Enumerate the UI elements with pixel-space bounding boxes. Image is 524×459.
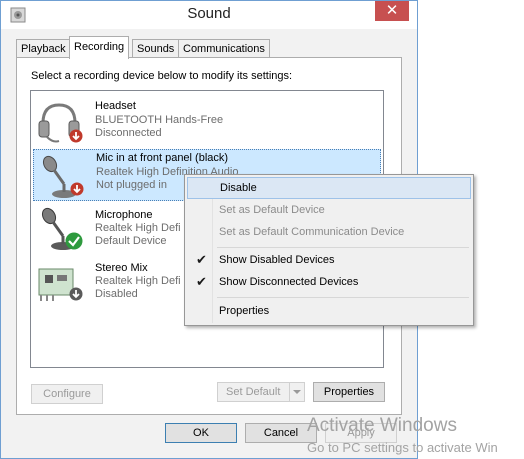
down-arrow-gray-icon [69, 287, 83, 301]
checkmark-green-icon [65, 232, 83, 250]
window-title: Sound [187, 5, 231, 22]
menu-item-disable[interactable]: Disable [187, 177, 471, 199]
close-icon: ✕ [385, 2, 399, 19]
device-status: Default Device [95, 235, 167, 247]
activation-watermark-title: Activate Windows [307, 415, 457, 436]
checkmark-icon: ✔ [196, 252, 207, 267]
device-name: Stereo Mix [95, 262, 148, 274]
activation-watermark-subtitle: Go to PC settings to activate Win [307, 440, 498, 455]
tab-recording[interactable]: Recording [69, 36, 130, 59]
set-default-label: Set Default [226, 386, 281, 398]
down-arrow-red-icon [70, 182, 84, 196]
device-context-menu: Disable Set as Default Device Set as Def… [184, 174, 474, 326]
menu-item-show-disabled-devices[interactable]: ✔ Show Disabled Devices [187, 250, 471, 272]
device-item-headset[interactable]: Headset BLUETOOTH Hands-Free Disconnecte… [33, 95, 381, 147]
device-name: Mic in at front panel (black) [96, 152, 229, 164]
title-bar[interactable]: Sound ✕ [1, 1, 417, 29]
menu-item-set-default-device[interactable]: Set as Default Device [187, 200, 471, 222]
menu-item-label: Show Disconnected Devices [219, 276, 359, 288]
menu-item-label: Properties [219, 305, 270, 317]
menu-separator [217, 297, 469, 298]
checkmark-icon: ✔ [196, 274, 207, 289]
down-arrow-red-icon [69, 129, 83, 143]
device-name: Headset [95, 100, 136, 112]
menu-separator [217, 247, 469, 248]
device-status: Disabled [95, 288, 138, 300]
configure-button[interactable]: Configure [31, 384, 103, 404]
device-driver: Realtek High Defi [95, 275, 181, 287]
close-button[interactable]: ✕ [375, 1, 409, 21]
device-driver: BLUETOOTH Hands-Free [95, 114, 224, 126]
menu-item-show-disconnected-devices[interactable]: ✔ Show Disconnected Devices [187, 272, 471, 294]
tab-communications[interactable]: Communications [178, 39, 270, 58]
device-driver: Realtek High Defi [95, 222, 181, 234]
device-name: Microphone [95, 209, 153, 221]
menu-item-label: Disable [220, 182, 257, 194]
tab-sounds[interactable]: Sounds [132, 39, 180, 58]
menu-item-label: Set as Default Communication Device [219, 226, 405, 238]
tab-playback[interactable]: Playback [16, 39, 71, 58]
menu-item-label: Set as Default Device [219, 204, 325, 216]
properties-button[interactable]: Properties [313, 382, 385, 402]
ok-button[interactable]: OK [165, 423, 237, 443]
menu-item-properties[interactable]: Properties [187, 301, 471, 323]
menu-item-label: Show Disabled Devices [219, 254, 335, 266]
menu-item-set-default-communication-device[interactable]: Set as Default Communication Device [187, 222, 471, 244]
chevron-down-icon[interactable] [289, 383, 304, 401]
instruction-text: Select a recording device below to modif… [31, 70, 293, 82]
set-default-button[interactable]: Set Default [217, 382, 305, 402]
device-status: Disconnected [95, 127, 162, 139]
device-status: Not plugged in [96, 179, 167, 191]
